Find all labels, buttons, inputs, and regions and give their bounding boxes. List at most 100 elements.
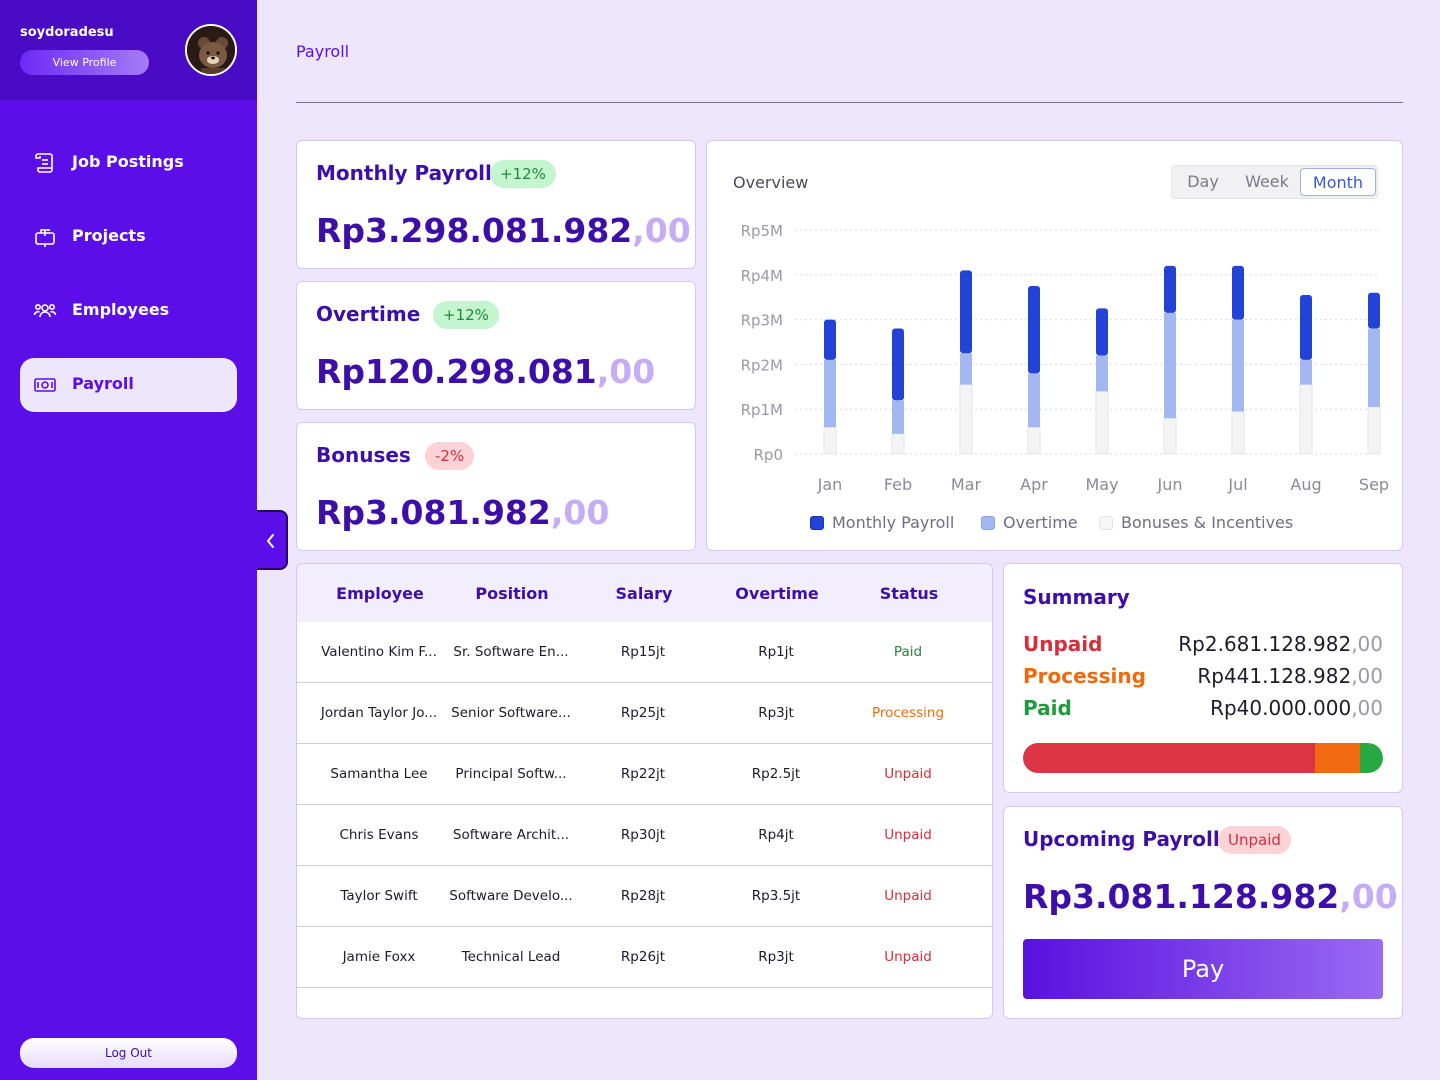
bar-monthly-payroll-jul — [1232, 265, 1244, 320]
stat-amount: Rp3.081.982 — [316, 493, 551, 532]
table-row[interactable]: Samantha Lee Principal Softw... Rp22jt Rp2.… — [297, 744, 992, 805]
summary-amount: Rp40.000.000 — [1210, 696, 1352, 720]
sidebar-item-label: Job Postings — [72, 152, 184, 171]
stat-value: Rp3.298.081.982,00 — [316, 211, 691, 250]
overtime-card: Overtime +12% Rp120.298.081,00 — [296, 281, 696, 410]
cell-position: Principal Softw... — [455, 766, 567, 782]
bar-overtime-jan — [824, 359, 836, 428]
collapse-sidebar-button[interactable] — [257, 510, 288, 570]
column-header-status[interactable]: Status — [844, 584, 974, 603]
bar-monthly-payroll-aug — [1300, 294, 1312, 360]
sidebar-item-payroll[interactable]: Payroll — [20, 358, 237, 412]
bar-overtime-aug — [1300, 359, 1312, 385]
pay-button[interactable]: Pay — [1023, 939, 1383, 999]
legend-label[interactable]: Bonuses & Incentives — [1121, 513, 1293, 532]
stat-value: Rp120.298.081,00 — [316, 352, 655, 391]
column-header-salary[interactable]: Salary — [579, 584, 709, 603]
cell-overtime: Rp2.5jt — [751, 766, 801, 782]
employees-icon — [33, 304, 57, 318]
stat-decimals: ,00 — [596, 352, 656, 391]
summary-value-paid: Rp40.000.000,00 — [1210, 696, 1383, 720]
bear-avatar-icon — [187, 26, 235, 74]
cell-overtime: Rp3jt — [758, 949, 794, 965]
bar-monthly-payroll-jun — [1164, 265, 1176, 313]
bonuses-card: Bonuses -2% Rp3.081.982,00 — [296, 422, 696, 551]
table-row[interactable]: Chris Evans Software Archit... Rp30jt Rp4jt… — [297, 805, 992, 866]
legend-swatch-bonuses — [1099, 516, 1113, 530]
bar-overtime-feb — [892, 400, 904, 434]
sidebar: soydoradesu View Profile Job Postings Pr… — [0, 0, 257, 1080]
bar-bonuses-incentives-sep — [1367, 406, 1381, 455]
bar-overtime-apr — [1028, 373, 1040, 428]
summary-value-unpaid: Rp2.681.128.982,00 — [1178, 632, 1383, 656]
y-tick-label: Rp3M — [741, 312, 783, 330]
summary-label-unpaid: Unpaid — [1023, 632, 1103, 656]
cell-status: Paid — [893, 644, 923, 660]
summary-decimals: ,00 — [1351, 664, 1383, 688]
bar-overtime-may — [1096, 355, 1108, 392]
y-tick-label: Rp4M — [741, 267, 783, 285]
table-header: Employee Position Salary Overtime Status — [297, 564, 992, 622]
payment-status-progress-bar — [1023, 743, 1383, 773]
cell-overtime: Rp3.5jt — [751, 888, 801, 904]
upcoming-decimals: ,00 — [1339, 877, 1398, 916]
change-badge: +12% — [433, 301, 499, 329]
page-title: Payroll — [296, 42, 350, 61]
table-row[interactable]: Taylor Swift Software Develo... Rp28jt Rp3.… — [297, 866, 992, 927]
stat-decimals: ,00 — [632, 211, 691, 250]
upcoming-amount: Rp3.081.128.982 — [1023, 877, 1340, 916]
cell-salary: Rp15jt — [620, 644, 666, 660]
sidebar-item-label: Payroll — [72, 374, 134, 393]
x-tick-label: Feb — [884, 475, 912, 494]
employee-payroll-table: Employee Position Salary Overtime Status… — [296, 563, 993, 1019]
legend-label[interactable]: Monthly Payroll — [832, 513, 954, 532]
change-badge: +12% — [490, 160, 556, 188]
column-header-employee[interactable]: Employee — [315, 584, 445, 603]
username: soydoradesu — [20, 25, 114, 40]
bar-bonuses-incentives-feb — [891, 433, 905, 455]
status-badge: Unpaid — [1218, 826, 1291, 854]
cell-employee: Samantha Lee — [330, 766, 428, 782]
cell-employee: Taylor Swift — [340, 888, 418, 904]
cell-status: Unpaid — [884, 888, 932, 904]
table-row[interactable]: Valentino Kim F... Sr. Software En... Rp15… — [297, 622, 992, 683]
view-profile-button[interactable]: View Profile — [20, 50, 149, 75]
column-header-overtime[interactable]: Overtime — [712, 584, 842, 603]
sidebar-item-employees[interactable]: Employees — [20, 284, 237, 338]
cell-overtime: Rp3jt — [758, 705, 794, 721]
bar-bonuses-incentives-mar — [959, 384, 973, 455]
log-out-button[interactable]: Log Out — [20, 1038, 237, 1068]
avatar[interactable] — [185, 24, 237, 76]
x-tick-label: Jun — [1157, 475, 1183, 494]
x-tick-label: Aug — [1290, 475, 1321, 494]
bar-bonuses-incentives-apr — [1027, 426, 1041, 455]
stat-value: Rp3.081.982,00 — [316, 493, 609, 532]
sidebar-item-job-postings[interactable]: Job Postings — [20, 136, 237, 190]
bar-bonuses-incentives-jan — [823, 426, 837, 455]
cell-position: Senior Software... — [451, 705, 571, 721]
x-tick-label: Jan — [817, 475, 843, 494]
bar-monthly-payroll-jan — [824, 319, 836, 360]
summary-card: Summary Unpaid Rp2.681.128.982,00 Proces… — [1003, 563, 1403, 793]
cell-status: Unpaid — [884, 827, 932, 843]
sidebar-item-projects[interactable]: Projects — [20, 210, 237, 264]
progress-unpaid-segment — [1023, 743, 1315, 773]
job-postings-icon — [35, 153, 53, 173]
bar-bonuses-incentives-may — [1095, 390, 1109, 455]
table-row[interactable]: Jamie Foxx Technical Lead Rp26jt Rp3jt Unpai… — [297, 927, 992, 988]
bar-overtime-sep — [1368, 328, 1380, 407]
column-header-position[interactable]: Position — [447, 584, 577, 603]
chevron-left-icon — [267, 534, 274, 548]
cell-overtime: Rp1jt — [758, 644, 794, 660]
payroll-icon — [34, 378, 56, 392]
cell-status: Unpaid — [884, 949, 932, 965]
cell-overtime: Rp4jt — [758, 827, 794, 843]
cell-employee: Chris Evans — [339, 827, 419, 843]
overview-bar-chart: Rp0 Rp1M Rp2M Rp3M Rp4M Rp5M Jan Feb Mar Apr May Ju… — [741, 222, 1390, 494]
stat-title: Monthly Payroll — [316, 161, 492, 185]
stat-title: Bonuses — [316, 443, 411, 467]
table-row[interactable]: Jordan Taylor Jo... Senior Software... Rp2… — [297, 683, 992, 744]
x-tick-label: Jul — [1227, 475, 1247, 494]
sidebar-item-label: Projects — [72, 226, 146, 245]
legend-label[interactable]: Overtime — [1003, 513, 1078, 532]
